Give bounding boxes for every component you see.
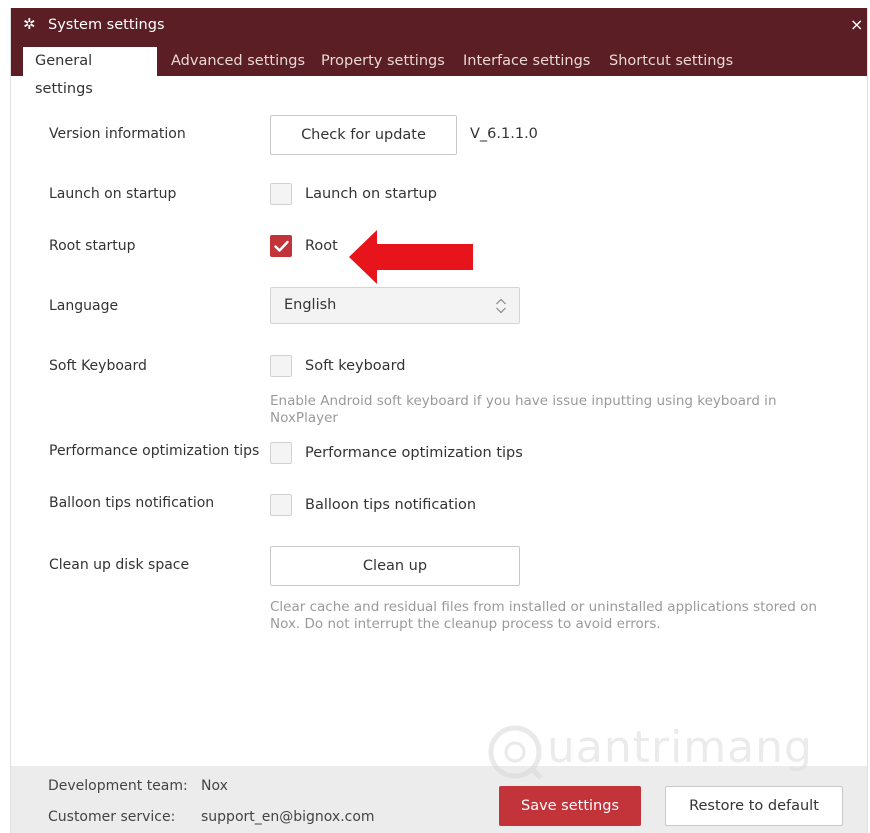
version-value: V_6.1.1.0 (470, 126, 538, 142)
launch-startup-checkbox[interactable] (270, 183, 292, 205)
balloon-tips-label: Balloon tips notification (49, 495, 215, 511)
tab-advanced-settings[interactable]: Advanced settings (171, 47, 305, 76)
check-icon (274, 240, 289, 252)
save-settings-button[interactable]: Save settings (499, 786, 641, 826)
tab-interface-settings[interactable]: Interface settings (463, 47, 590, 76)
restore-default-button[interactable]: Restore to default (665, 786, 843, 826)
language-select[interactable]: English (270, 287, 520, 324)
close-icon[interactable]: × (850, 15, 863, 34)
window-title: System settings (48, 17, 165, 33)
customer-service-value[interactable]: support_en@bignox.com (201, 809, 375, 825)
soft-keyboard-label: Soft Keyboard (49, 358, 147, 374)
balloon-tips-checkbox-label[interactable]: Balloon tips notification (305, 497, 476, 513)
check-for-update-button[interactable]: Check for update (270, 115, 457, 155)
watermark-text: uantrimang (547, 722, 813, 773)
tab-general-settings[interactable]: General settings (23, 47, 157, 97)
soft-keyboard-checkbox[interactable] (270, 355, 292, 377)
perf-tips-checkbox[interactable] (270, 442, 292, 464)
root-startup-label: Root startup (49, 238, 136, 254)
dev-team-value: Nox (201, 778, 228, 794)
annotation-arrow-icon (349, 230, 473, 284)
cleanup-label: Clean up disk space (49, 557, 190, 573)
clean-up-button[interactable]: Clean up (270, 546, 520, 586)
customer-service-label: Customer service: (48, 809, 176, 825)
launch-startup-checkbox-label[interactable]: Launch on startup (305, 186, 437, 202)
dev-team-label: Development team: (48, 778, 188, 794)
watermark-logo-icon (488, 725, 543, 780)
version-label: Version information (49, 126, 186, 142)
root-checkbox[interactable] (270, 235, 292, 257)
language-selected-value: English (284, 297, 337, 313)
title-bar: ✲ System settings × General settings Adv… (11, 8, 867, 97)
cleanup-hint: Clear cache and residual files from inst… (270, 599, 817, 632)
settings-window: ✲ System settings × General settings Adv… (10, 8, 868, 833)
tab-shortcut-settings[interactable]: Shortcut settings (609, 47, 733, 76)
perf-tips-label: Performance optimization tips (49, 443, 260, 459)
chevron-updown-icon (496, 298, 506, 314)
balloon-tips-checkbox[interactable] (270, 494, 292, 516)
soft-keyboard-checkbox-label[interactable]: Soft keyboard (305, 358, 405, 374)
watermark: uantrimang (485, 718, 825, 788)
soft-keyboard-hint: Enable Android soft keyboard if you have… (270, 393, 777, 426)
launch-startup-label: Launch on startup (49, 186, 177, 202)
tab-property-settings[interactable]: Property settings (321, 47, 445, 76)
gear-icon: ✲ (23, 15, 36, 33)
root-checkbox-label[interactable]: Root (305, 238, 338, 254)
perf-tips-checkbox-label[interactable]: Performance optimization tips (305, 445, 523, 461)
language-label: Language (49, 298, 119, 314)
